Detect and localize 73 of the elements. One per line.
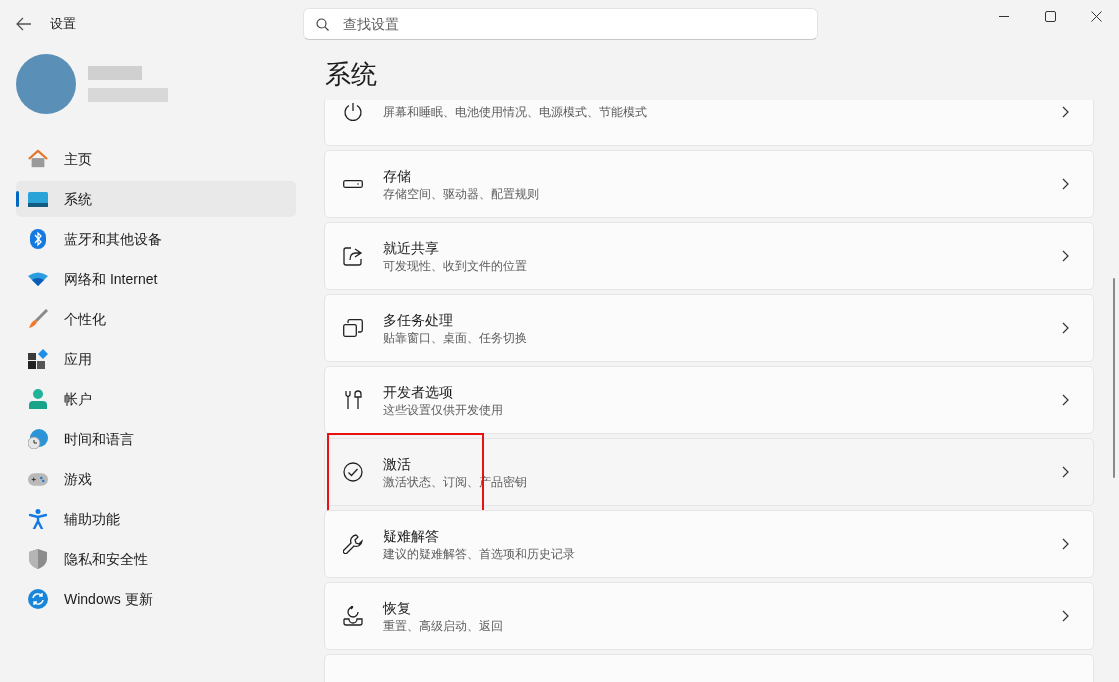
accessibility-icon (29, 509, 47, 529)
close-icon (1090, 10, 1102, 22)
monitor-icon (28, 191, 48, 207)
setting-title: 恢复 (383, 599, 412, 618)
setting-description: 存储空间、驱动器、配置规则 (383, 186, 540, 202)
selection-indicator (16, 191, 19, 207)
settings-card[interactable]: 开发者选项 这些设置仅供开发使用 (324, 366, 1094, 434)
settings-card[interactable]: 就近共享 可发现性、收到文件的位置 (324, 222, 1094, 290)
chevron-right-icon (1062, 538, 1069, 550)
window-title: 设置 (50, 15, 76, 34)
setting-description: 贴靠窗口、桌面、任务切换 (383, 330, 528, 346)
paintbrush-icon (28, 309, 48, 329)
refresh-icon (28, 589, 48, 609)
sidebar-item[interactable]: 帐户 (16, 381, 296, 417)
chevron-right-icon (1062, 250, 1069, 262)
setting-title: 开发者选项 (383, 383, 454, 402)
sidebar-item[interactable]: 辅助功能 (16, 501, 296, 537)
chevron-right-icon (1062, 106, 1069, 118)
sidebar-item[interactable]: 应用 (16, 341, 296, 377)
page-title: 系统 (325, 57, 378, 91)
sidebar-item[interactable]: 网络和 Internet (16, 261, 296, 297)
setting-title: 激活 (383, 455, 412, 474)
sidebar-item[interactable]: 主页 (16, 141, 296, 177)
setting-description: 这些设置仅供开发使用 (383, 402, 504, 418)
chevron-right-icon (1062, 322, 1069, 334)
shield-icon (29, 549, 47, 569)
search-field[interactable]: 查找设置 (303, 8, 818, 40)
scrollbar[interactable] (1113, 278, 1115, 478)
settings-card[interactable]: 恢复 重置、高级启动、返回 (324, 582, 1094, 650)
house-icon (28, 149, 48, 169)
power-icon (343, 102, 363, 122)
search-icon (316, 18, 329, 31)
chevron-right-icon (1062, 178, 1069, 190)
apps-icon (28, 349, 48, 369)
setting-description: 建议的疑难解答、首选项和历史记录 (383, 546, 576, 562)
avatar-photo-placeholder[interactable] (16, 54, 76, 114)
sidebar-item[interactable]: 隐私和安全性 (16, 541, 296, 577)
setting-title: 疑难解答 (383, 527, 440, 546)
check-circle-icon (343, 462, 363, 482)
windows-stack-icon (343, 319, 363, 337)
sidebar-item[interactable]: 个性化 (16, 301, 296, 337)
setting-description: 屏幕和睡眠、电池使用情况、电源模式、节能模式 (383, 104, 648, 120)
sidebar-item[interactable]: Windows 更新 (16, 581, 296, 617)
blurred-user-name (88, 66, 142, 80)
settings-card[interactable]: 屏幕和睡眠、电池使用情况、电源模式、节能模式 (324, 100, 1094, 146)
setting-title: 就近共享 (383, 239, 440, 258)
maximize-icon (1044, 10, 1056, 22)
share-icon (343, 246, 363, 266)
wrench-icon (343, 534, 363, 554)
sidebar-item[interactable]: 时间和语言 (16, 421, 296, 457)
sidebar-item[interactable]: 游戏 (16, 461, 296, 497)
gamepad-icon (28, 472, 48, 486)
sidebar-item[interactable]: 系统 (16, 181, 296, 217)
settings-card[interactable]: 存储 存储空间、驱动器、配置规则 (324, 150, 1094, 218)
person-icon (29, 389, 47, 409)
back-arrow-icon[interactable] (16, 17, 32, 31)
chevron-right-icon (1062, 394, 1069, 406)
bluetooth-icon (30, 229, 46, 249)
settings-card[interactable]: 多任务处理 贴靠窗口、桌面、任务切换 (324, 294, 1094, 362)
setting-title: 多任务处理 (383, 311, 454, 330)
setting-title: 存储 (383, 167, 412, 186)
globe-clock-icon (28, 429, 48, 449)
chevron-right-icon (1062, 610, 1069, 622)
settings-card[interactable]: 疑难解答 建议的疑难解答、首选项和历史记录 (324, 510, 1094, 578)
drive-icon (343, 180, 363, 188)
tools-icon (344, 390, 362, 410)
sidebar-item[interactable]: 蓝牙和其他设备 (16, 221, 296, 257)
chevron-right-icon (1062, 466, 1069, 478)
minimize-icon (999, 15, 1009, 17)
recovery-icon (343, 606, 363, 626)
setting-description: 重置、高级启动、返回 (383, 618, 504, 634)
wifi-icon (28, 272, 48, 286)
setting-description: 可发现性、收到文件的位置 (383, 258, 528, 274)
